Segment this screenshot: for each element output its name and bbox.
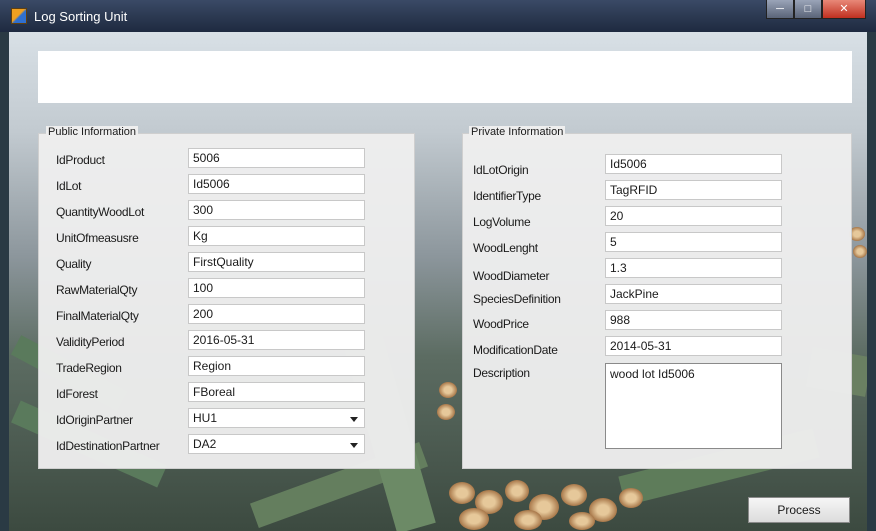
private-information-group: Private Information IdLotOrigin Id5006 I… — [462, 126, 852, 469]
app-icon — [11, 8, 27, 24]
process-button[interactable]: Process — [748, 497, 850, 523]
window-controls: ─ □ ✕ — [766, 0, 866, 20]
label-idforest: IdForest — [56, 387, 98, 401]
traderegion-field[interactable]: Region — [188, 356, 365, 376]
modificationdate-field[interactable]: 2014-05-31 — [605, 336, 782, 356]
label-speciesdefinition: SpeciesDefinition — [473, 292, 561, 306]
identifiertype-field[interactable]: TagRFID — [605, 180, 782, 200]
idoriginpartner-select[interactable]: HU1 — [188, 408, 365, 428]
minimize-button[interactable]: ─ — [766, 0, 794, 19]
quality-field[interactable]: FirstQuality — [188, 252, 365, 272]
private-information-title: Private Information — [469, 126, 566, 138]
iddestinationpartner-value: DA2 — [193, 437, 217, 451]
iddestinationpartner-select[interactable]: DA2 — [188, 434, 365, 454]
unitofmeasure-field[interactable]: Kg — [188, 226, 365, 246]
label-quantitywoodlot: QuantityWoodLot — [56, 205, 145, 219]
label-iddestinationpartner: IdDestinationPartner — [56, 439, 160, 453]
window-title: Log Sorting Unit — [34, 9, 128, 24]
label-quality: Quality — [56, 257, 92, 271]
label-logvolume: LogVolume — [473, 215, 531, 229]
validityperiod-field[interactable]: 2016-05-31 — [188, 330, 365, 350]
label-idproduct: IdProduct — [56, 153, 105, 167]
title-bar[interactable]: Log Sorting Unit ─ □ ✕ — [0, 0, 876, 32]
chevron-down-icon[interactable] — [350, 417, 358, 422]
label-description: Description — [473, 366, 530, 380]
quantitywoodlot-field[interactable]: 300 — [188, 200, 365, 220]
speciesdefinition-field[interactable]: JackPine — [605, 284, 782, 304]
public-information-group: Public Information IdProduct 5006 IdLot … — [38, 126, 415, 469]
maximize-button[interactable]: □ — [794, 0, 822, 19]
label-finalmaterialqty: FinalMaterialQty — [56, 309, 139, 323]
app-window: Log Sorting Unit ─ □ ✕ Public Informatio… — [0, 0, 876, 531]
woodprice-field[interactable]: 988 — [605, 310, 782, 330]
form-client-area: Public Information IdProduct 5006 IdLot … — [9, 32, 867, 531]
minimize-icon: ─ — [776, 3, 784, 15]
idlot-field[interactable]: Id5006 — [188, 174, 365, 194]
label-idlot: IdLot — [56, 179, 82, 193]
rawmaterialqty-field[interactable]: 100 — [188, 278, 365, 298]
label-wooddiameter: WoodDiameter — [473, 269, 550, 283]
logvolume-field[interactable]: 20 — [605, 206, 782, 226]
chevron-down-icon[interactable] — [350, 443, 358, 448]
header-banner — [38, 51, 852, 103]
idforest-field[interactable]: FBoreal — [188, 382, 365, 402]
label-woodlength: WoodLenght — [473, 241, 538, 255]
wooddiameter-field[interactable]: 1.3 — [605, 258, 782, 278]
idproduct-field[interactable]: 5006 — [188, 148, 365, 168]
maximize-icon: □ — [804, 3, 812, 15]
woodlength-field[interactable]: 5 — [605, 232, 782, 252]
label-rawmaterialqty: RawMaterialQty — [56, 283, 138, 297]
label-modificationdate: ModificationDate — [473, 343, 558, 357]
description-textarea[interactable]: wood lot Id5006 — [605, 363, 782, 449]
idlotorigin-field[interactable]: Id5006 — [605, 154, 782, 174]
finalmaterialqty-field[interactable]: 200 — [188, 304, 365, 324]
label-idoriginpartner: IdOriginPartner — [56, 413, 133, 427]
idoriginpartner-value: HU1 — [193, 411, 218, 425]
close-button[interactable]: ✕ — [822, 0, 866, 19]
close-icon: ✕ — [839, 3, 849, 15]
label-woodprice: WoodPrice — [473, 317, 529, 331]
label-unitofmeasure: UnitOfmeasusre — [56, 231, 139, 245]
label-idlotorigin: IdLotOrigin — [473, 163, 529, 177]
public-information-title: Public Information — [46, 126, 139, 138]
label-validityperiod: ValidityPeriod — [56, 335, 125, 349]
label-traderegion: TradeRegion — [56, 361, 122, 375]
label-identifiertype: IdentifierType — [473, 189, 541, 203]
